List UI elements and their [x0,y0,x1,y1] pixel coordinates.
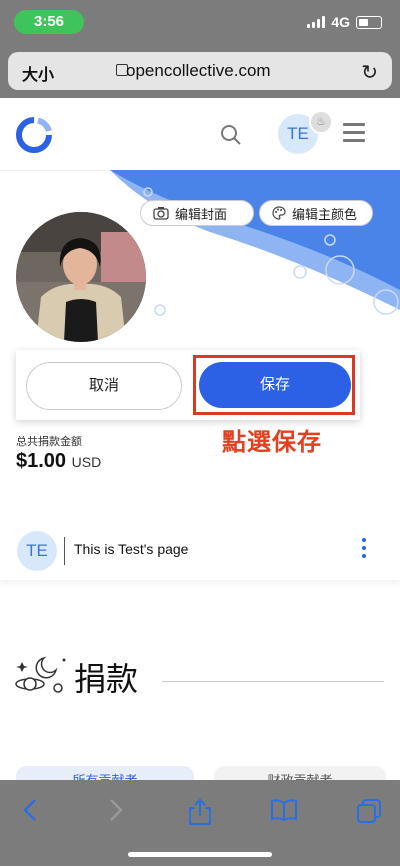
edit-cover-label: 编辑封面 [175,206,228,222]
status-bar: 3:56 4G [0,0,400,46]
cancel-button[interactable]: 取消 [26,362,182,410]
share-icon[interactable] [187,798,213,826]
page-avatar[interactable]: TE [17,531,57,571]
amount-value: $1.00 [16,450,67,472]
annotation-text: 點選保存 [222,429,322,456]
edit-color-label: 编辑主颜色 [292,206,358,222]
amount-currency: USD [71,454,102,470]
space-illustration-icon [15,656,66,693]
total-donations-amount: $1.00 USD [16,450,101,473]
status-indicators: 4G [307,14,382,30]
edit-color-button[interactable]: 编辑主颜色 [259,200,373,226]
back-icon[interactable] [22,798,38,822]
section-divider [162,681,384,682]
text-size-button[interactable]: 大小 [22,61,54,85]
search-icon[interactable] [220,124,242,146]
battery-icon [356,15,382,29]
edit-actions-card: 取消 保存 [16,350,360,420]
status-time: 3:56 [14,10,84,34]
camera-icon [153,207,169,220]
palette-icon [272,206,286,220]
signal-icon [307,16,326,28]
url-text[interactable]: opencollective.com [126,61,271,81]
save-button[interactable]: 保存 [199,362,351,408]
fire-icon: ♨ [309,110,333,134]
home-indicator [128,852,272,857]
browser-toolbar: 大小 opencollective.com ↻ [0,46,400,98]
site-header: TE ♨ [0,98,400,171]
donate-heading: 捐款 [74,661,139,697]
opencollective-logo-icon[interactable] [16,117,52,153]
total-donations-label: 总共捐款金额 [16,436,82,448]
more-options-icon[interactable] [362,538,366,562]
page-bar: TE This is Test's page [0,520,400,580]
address-bar[interactable]: 大小 opencollective.com ↻ [8,52,392,90]
network-label: 4G [331,14,350,30]
edit-cover-button[interactable]: 编辑封面 [140,200,254,226]
bookmarks-icon[interactable] [270,798,298,822]
menu-icon[interactable] [343,123,365,147]
reload-icon[interactable]: ↻ [361,60,378,85]
divider [64,537,65,565]
page-title: This is Test's page [74,541,189,557]
profile-photo [16,212,146,342]
forward-icon[interactable] [108,798,124,822]
tabs-icon[interactable] [356,798,382,824]
